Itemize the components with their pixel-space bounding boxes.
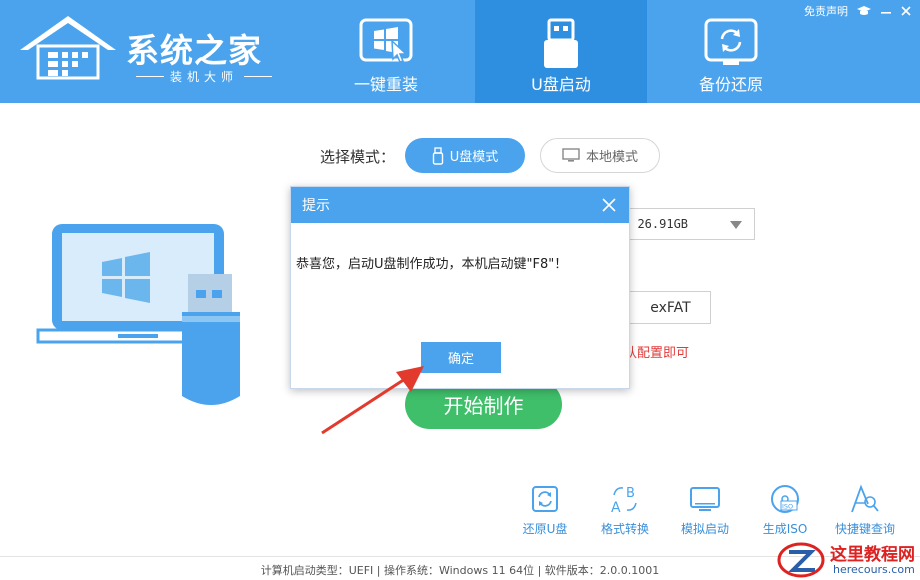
format-convert-icon: A B bbox=[611, 486, 637, 516]
backup-restore-icon bbox=[704, 18, 758, 65]
simulate-boot-icon bbox=[690, 487, 720, 511]
restore-usb-icon bbox=[532, 486, 558, 512]
red-arrow-icon bbox=[321, 366, 424, 435]
logo-subtitle: 装机大师 bbox=[130, 68, 278, 85]
device-select[interactable]: ) 26.91GB bbox=[618, 208, 755, 240]
window-controls: 免责声明 bbox=[804, 3, 912, 19]
site-logo-icon bbox=[777, 542, 825, 578]
usb-mode-label: U盘模式 bbox=[449, 150, 499, 165]
tool-label: 还原U盘 bbox=[522, 522, 568, 536]
iso-disc-icon: ISO bbox=[771, 485, 799, 513]
svg-text:B: B bbox=[626, 486, 635, 501]
monitor-icon bbox=[562, 148, 580, 162]
tool-generate-iso[interactable]: ISO 生成ISO bbox=[745, 482, 825, 537]
header-bar: 系统之家 装机大师 一键重装 U盘启动 备份还原 免责声明 bbox=[0, 0, 920, 103]
usb-mode-button[interactable]: U盘模式 bbox=[405, 138, 525, 173]
tip-dialog: 提示 恭喜您，启动U盘制作成功，本机启动键"F8"！ 确定 bbox=[290, 186, 630, 389]
watermark: 这里教程网 herecours.com bbox=[775, 538, 920, 580]
filesystem-value: exFAT bbox=[650, 299, 691, 316]
windows-cursor-icon bbox=[359, 18, 413, 63]
tool-shortcut-search[interactable]: 快捷键查询 bbox=[825, 482, 905, 537]
tab-label: 备份还原 bbox=[698, 75, 763, 94]
tool-simulate-boot[interactable]: 模拟启动 bbox=[665, 482, 745, 537]
dialog-title: 提示 bbox=[302, 198, 330, 214]
tool-label: 格式转换 bbox=[600, 522, 649, 536]
graduation-cap-icon[interactable] bbox=[856, 5, 872, 17]
svg-text:ISO: ISO bbox=[782, 503, 793, 511]
tab-one-click-reinstall[interactable]: 一键重装 bbox=[300, 0, 472, 103]
filesystem-select[interactable]: exFAT bbox=[618, 291, 711, 324]
tab-usb-boot[interactable]: U盘启动 bbox=[475, 0, 647, 103]
mode-label: 选择模式： bbox=[320, 148, 396, 166]
house-logo-icon bbox=[20, 16, 116, 80]
dialog-message: 恭喜您，启动U盘制作成功，本机启动键"F8"！ bbox=[296, 257, 568, 272]
laptop-usb-illustration bbox=[36, 224, 240, 405]
minimize-icon[interactable] bbox=[880, 5, 892, 17]
tool-restore-usb[interactable]: 还原U盘 bbox=[505, 482, 585, 537]
tab-label: U盘启动 bbox=[531, 75, 591, 94]
logo-subtitle-text: 装机大师 bbox=[170, 70, 239, 84]
watermark-url: herecours.com bbox=[833, 563, 915, 576]
tab-label: 一键重装 bbox=[353, 75, 418, 94]
default-config-hint: 认配置即可 bbox=[624, 346, 690, 361]
svg-text:A: A bbox=[611, 500, 621, 516]
tool-label: 快捷键查询 bbox=[834, 522, 895, 536]
usb-stick-icon bbox=[432, 146, 443, 165]
logo-title: 系统之家 bbox=[126, 31, 262, 70]
tool-label: 生成ISO bbox=[762, 522, 808, 536]
disclaimer-link[interactable]: 免责声明 bbox=[804, 3, 848, 19]
tool-format-convert[interactable]: A B 格式转换 bbox=[585, 482, 665, 537]
usb-drive-icon bbox=[544, 18, 578, 68]
tab-backup-restore[interactable]: 备份还原 bbox=[645, 0, 817, 103]
watermark-title: 这里教程网 bbox=[830, 545, 915, 565]
ok-button[interactable]: 确定 bbox=[421, 342, 501, 373]
close-icon[interactable] bbox=[900, 5, 912, 17]
shortcut-search-icon bbox=[851, 484, 879, 513]
dropdown-arrow-icon[interactable] bbox=[730, 221, 742, 229]
app-logo: 系统之家 装机大师 bbox=[14, 12, 274, 84]
local-mode-button[interactable]: 本地模式 bbox=[540, 138, 660, 173]
tool-label: 模拟启动 bbox=[680, 522, 729, 536]
close-icon[interactable] bbox=[599, 195, 619, 215]
local-mode-label: 本地模式 bbox=[585, 150, 638, 165]
dialog-header: 提示 bbox=[291, 187, 629, 223]
device-select-value: ) 26.91GB bbox=[623, 217, 689, 231]
